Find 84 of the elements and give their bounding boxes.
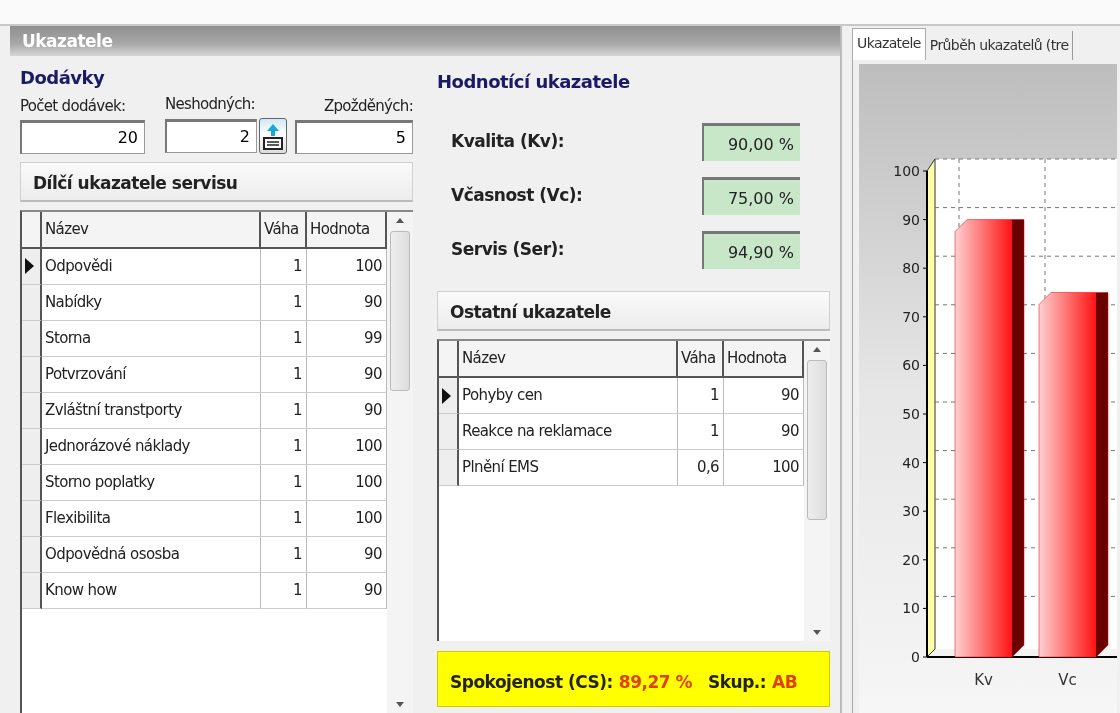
vertical-scrollbar[interactable] bbox=[804, 341, 830, 641]
row-indicator[interactable] bbox=[439, 378, 459, 414]
row-indicator[interactable] bbox=[22, 500, 42, 537]
metric-value: 75,00 % bbox=[702, 177, 800, 215]
row-indicator[interactable] bbox=[22, 536, 42, 573]
vertical-scrollbar[interactable] bbox=[387, 211, 413, 713]
axis-label: 100 bbox=[893, 163, 920, 179]
table-cell: Jednorázové náklady bbox=[42, 428, 261, 465]
table-cell: 1 bbox=[261, 464, 307, 501]
table-cell: Potvrzování bbox=[42, 356, 261, 393]
tab[interactable]: Ukazatele bbox=[852, 28, 926, 60]
table-cell: 1 bbox=[261, 248, 307, 285]
value-field[interactable]: 20 bbox=[20, 119, 145, 154]
row-indicator[interactable] bbox=[439, 414, 459, 450]
table-cell: Odpovědná ososba bbox=[42, 536, 261, 573]
column-header[interactable]: Váha bbox=[678, 341, 724, 378]
result-value: 89,27 % bbox=[618, 671, 693, 695]
table-cell: 1 bbox=[261, 356, 307, 393]
table-cell: 1 bbox=[261, 392, 307, 429]
table-cell: Flexibilita bbox=[42, 500, 261, 537]
table-cell: Odpovědi bbox=[42, 248, 261, 285]
field-label: Počet dodávek: bbox=[20, 96, 127, 117]
column-header[interactable]: Název bbox=[459, 341, 678, 378]
metric-value: 90,00 % bbox=[702, 123, 800, 161]
table-cell: 1 bbox=[678, 378, 724, 414]
group-label: Skup.: bbox=[708, 671, 767, 695]
category-label: Kv bbox=[974, 671, 993, 689]
form-button[interactable] bbox=[259, 117, 287, 154]
metric-value: 94,90 % bbox=[702, 231, 800, 269]
table-cell: Pohyby cen bbox=[459, 378, 678, 414]
row-indicator[interactable] bbox=[22, 572, 42, 609]
axis-label: 80 bbox=[902, 260, 920, 277]
column-header[interactable]: Váha bbox=[261, 211, 307, 249]
value-field[interactable]: 5 bbox=[295, 119, 413, 154]
table-cell: 1 bbox=[261, 284, 307, 321]
table-cell: 1 bbox=[261, 572, 307, 609]
axis-label: 20 bbox=[902, 551, 920, 568]
row-indicator[interactable] bbox=[22, 284, 42, 321]
row-indicator[interactable] bbox=[22, 428, 42, 465]
column-header[interactable]: Hodnota bbox=[307, 211, 387, 249]
row-indicator[interactable] bbox=[22, 464, 42, 501]
axis-label: 60 bbox=[902, 357, 920, 374]
table-cell: 0,6 bbox=[678, 450, 724, 486]
table-cell: Know how bbox=[42, 572, 261, 609]
table-cell: Reakce na reklamace bbox=[459, 414, 678, 450]
row-indicator[interactable] bbox=[22, 356, 42, 393]
table-cell: Nabídky bbox=[42, 284, 261, 321]
value-field[interactable]: 2 bbox=[165, 118, 257, 153]
section-header: Dílčí ukazatele servisu bbox=[20, 161, 413, 202]
metric-label: Kvalita (Kv): bbox=[451, 130, 564, 154]
table-cell: Plnění EMS bbox=[459, 450, 678, 486]
axis-label: 70 bbox=[902, 308, 920, 325]
section-heading: Hodnotící ukazatele bbox=[437, 70, 631, 94]
metric-label: Včasnost (Vc): bbox=[451, 184, 583, 208]
axis-label: 0 bbox=[911, 649, 920, 665]
table-cell: Storna bbox=[42, 320, 261, 357]
row-indicator[interactable] bbox=[22, 248, 42, 285]
result-label: Spokojenost (CS): bbox=[450, 671, 613, 695]
section-header: Ostatní ukazatele bbox=[437, 291, 830, 331]
field-label: Neshodných: bbox=[165, 94, 256, 115]
category-label: Vc bbox=[1058, 671, 1077, 689]
table-cell: 1 bbox=[261, 536, 307, 573]
section-heading: Dodávky bbox=[20, 66, 106, 90]
table-cell: 1 bbox=[261, 500, 307, 537]
table-cell: 1 bbox=[261, 428, 307, 465]
panel-title: Ukazatele bbox=[10, 26, 840, 56]
field-label: Zpožděných: bbox=[323, 96, 413, 117]
axis-label: 90 bbox=[902, 211, 920, 228]
table-cell: Zvláštní transtporty bbox=[42, 392, 261, 429]
axis-label: 30 bbox=[902, 503, 920, 520]
column-header[interactable]: Název bbox=[42, 211, 261, 249]
axis-label: 40 bbox=[902, 454, 920, 471]
row-indicator[interactable] bbox=[22, 320, 42, 357]
group-value: AB bbox=[772, 671, 798, 695]
table-cell: 1 bbox=[261, 320, 307, 357]
table-cell: Storno poplatky bbox=[42, 464, 261, 501]
metric-label: Servis (Ser): bbox=[451, 238, 565, 262]
column-header[interactable]: Hodnota bbox=[724, 341, 804, 378]
table-cell: 1 bbox=[678, 414, 724, 450]
row-indicator[interactable] bbox=[439, 450, 459, 486]
axis-label: 50 bbox=[902, 406, 920, 422]
row-indicator[interactable] bbox=[22, 392, 42, 429]
tab[interactable]: Průběh ukazatelů (tre bbox=[925, 31, 1074, 60]
axis-label: 10 bbox=[902, 600, 920, 617]
